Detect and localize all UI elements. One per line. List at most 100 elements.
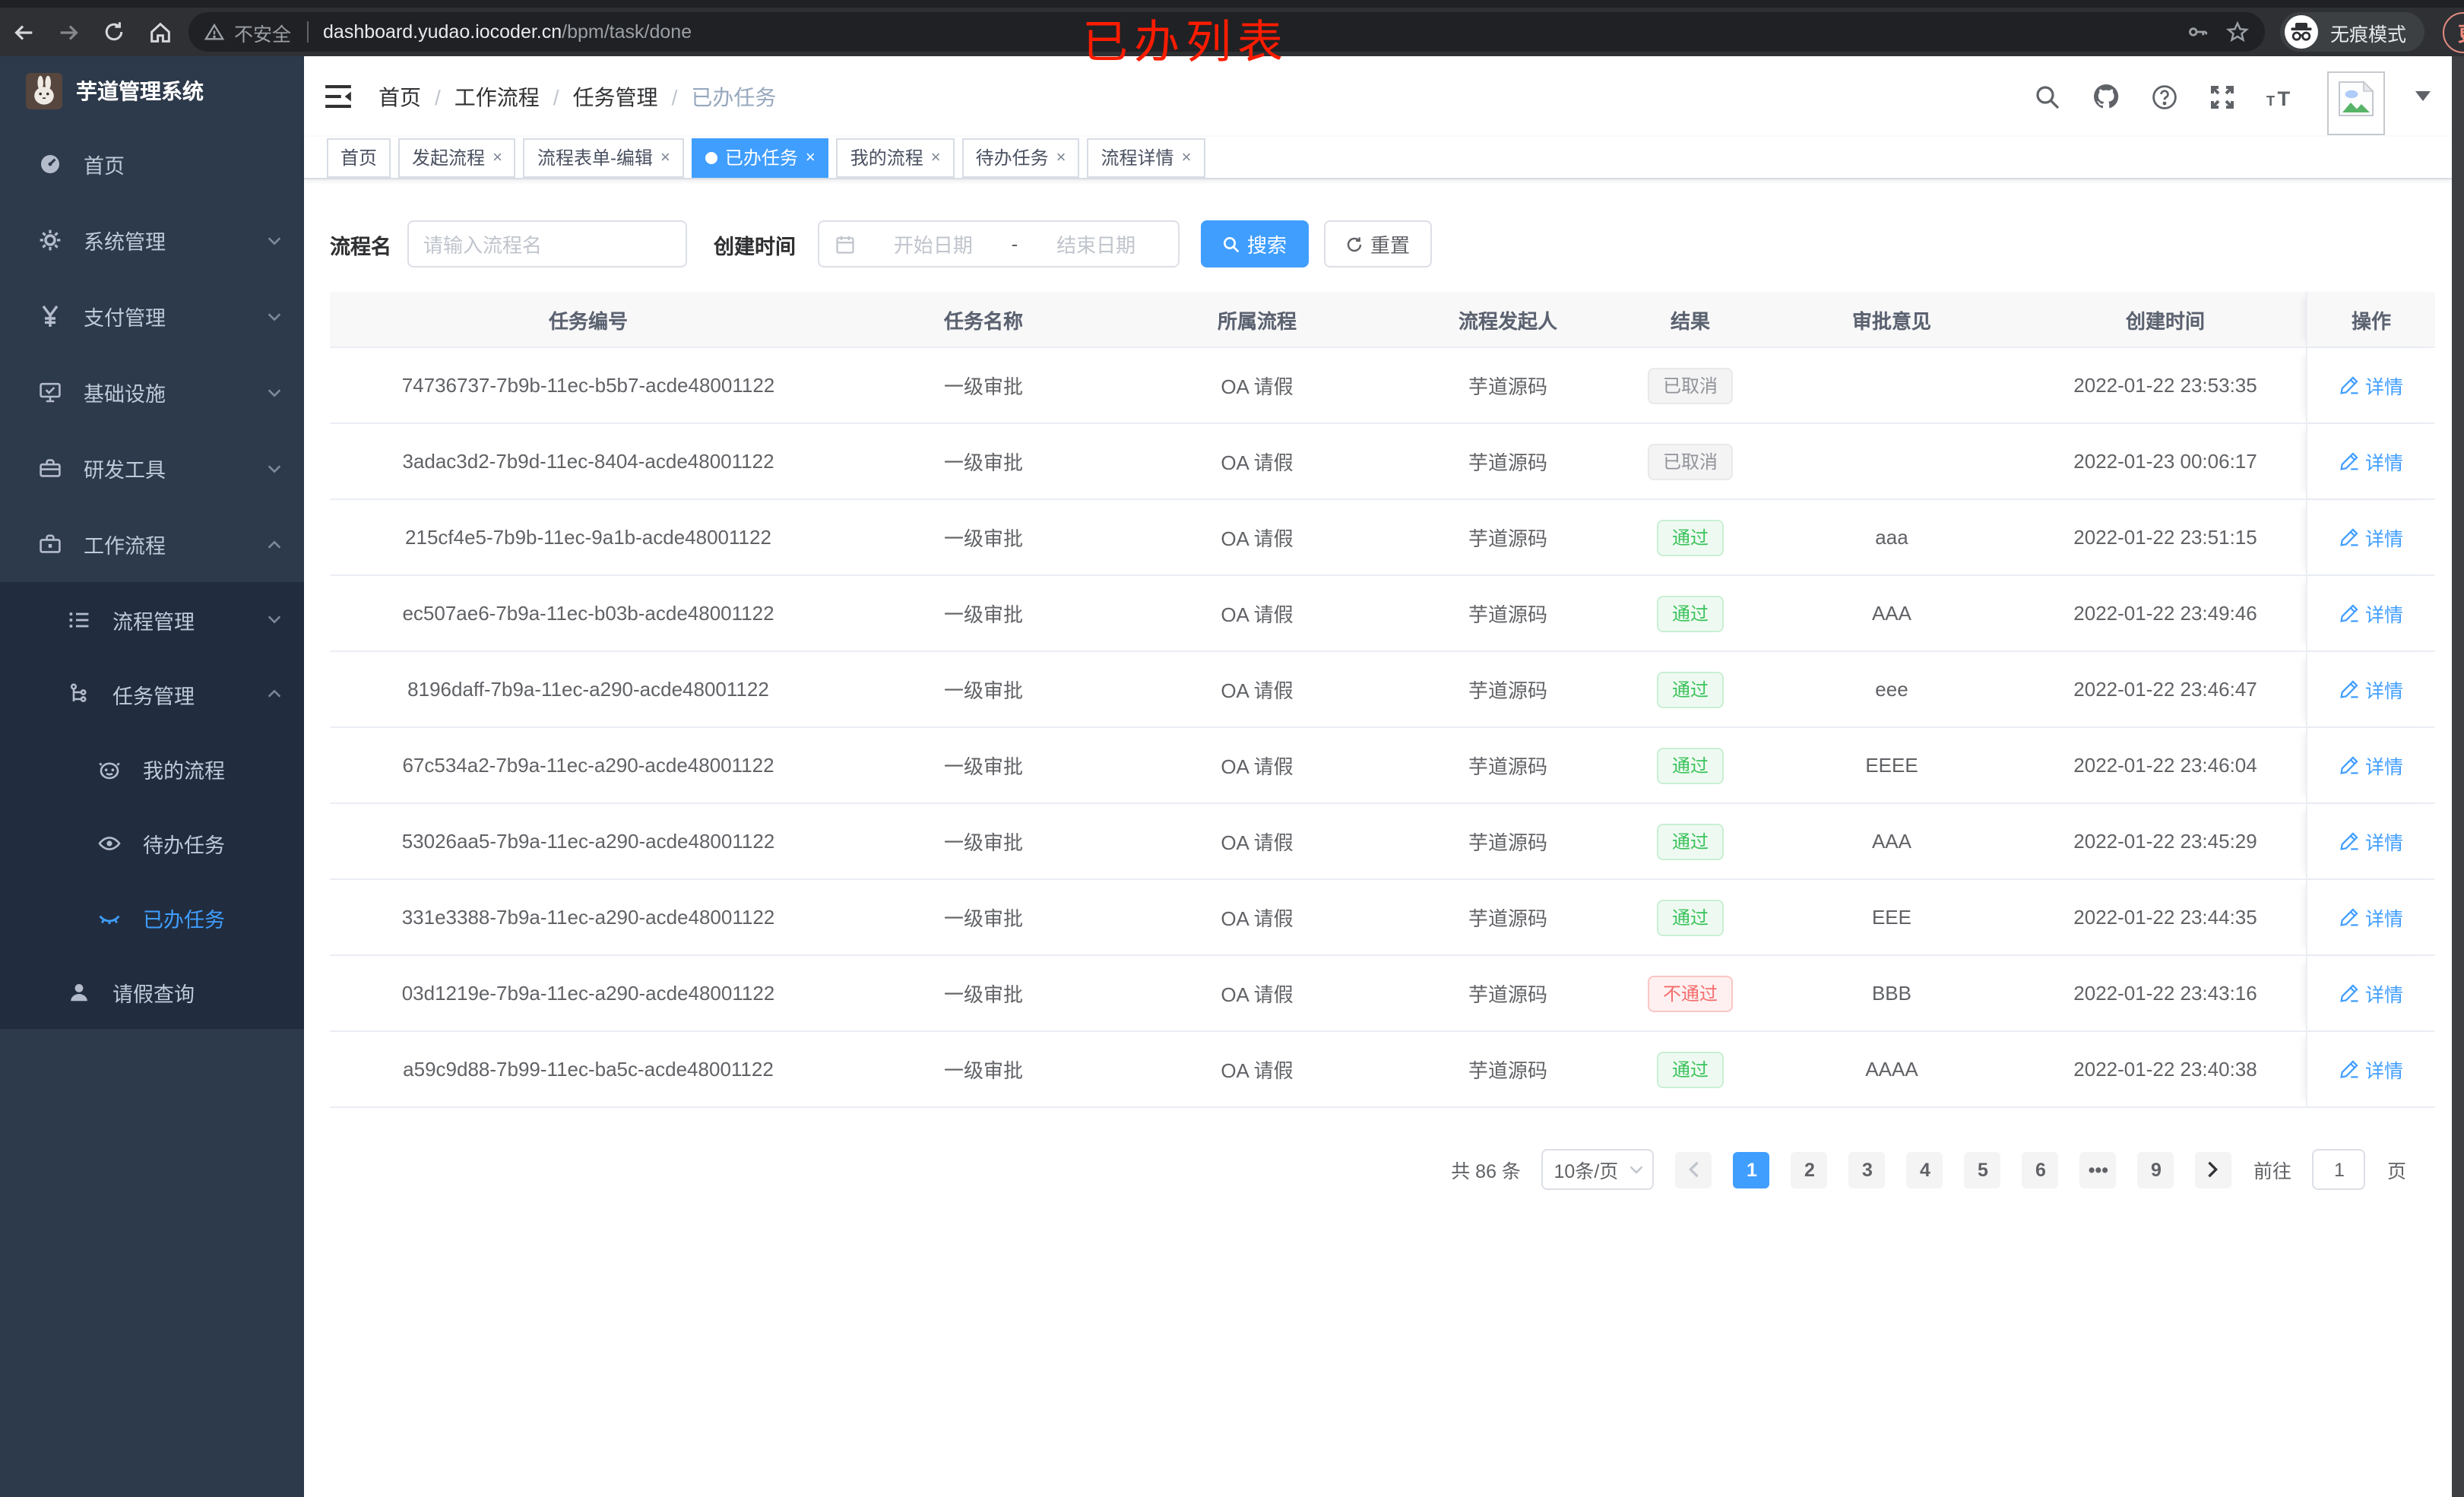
monitor-icon bbox=[38, 380, 62, 404]
close-icon[interactable]: × bbox=[1056, 148, 1066, 166]
tab-home[interactable]: 首页 bbox=[327, 138, 391, 177]
detail-link[interactable]: 详情 bbox=[2339, 371, 2403, 400]
browser-update-button[interactable]: 更新 bbox=[2443, 11, 2464, 52]
detail-link[interactable]: 详情 bbox=[2339, 599, 2403, 628]
process-name-input[interactable]: 请输入流程名 bbox=[407, 220, 686, 267]
sidebar-item-payment[interactable]: 支付管理 bbox=[0, 278, 304, 354]
task-id-cell: 03d1219e-7b9a-11ec-a290-acde48001122 bbox=[401, 982, 775, 1005]
col-header: 创建时间 bbox=[2125, 309, 2205, 332]
sidebar-item-workflow[interactable]: 工作流程 bbox=[0, 506, 304, 582]
chevron-down-icon bbox=[266, 611, 283, 628]
close-icon[interactable]: × bbox=[931, 148, 941, 166]
detail-link[interactable]: 详情 bbox=[2339, 903, 2403, 932]
detail-link-label: 详情 bbox=[2364, 1061, 2403, 1082]
tab-my-process[interactable]: 我的流程 × bbox=[836, 138, 955, 177]
page-button-5[interactable]: 5 bbox=[1964, 1151, 2001, 1188]
prev-page-button[interactable] bbox=[1675, 1151, 1712, 1188]
actions-cell: 详情 bbox=[2306, 1032, 2435, 1106]
browser-home-button[interactable] bbox=[137, 11, 182, 53]
sidebar: 芋道管理系统 首页 系统管理 支付管理 基础设施 研发工具 工作流程 流程管理 … bbox=[0, 56, 304, 1497]
sidebar-item-process-mgmt[interactable]: 流程管理 bbox=[0, 582, 304, 657]
bookmark-star-icon[interactable] bbox=[2225, 20, 2250, 44]
page-button-4[interactable]: 4 bbox=[1906, 1151, 1943, 1188]
sidebar-item-label: 待办任务 bbox=[143, 834, 225, 856]
breadcrumb-workflow[interactable]: 工作流程 bbox=[454, 81, 540, 112]
sidebar-item-done-tasks[interactable]: 已办任务 bbox=[0, 880, 304, 954]
calendar-icon bbox=[835, 235, 854, 253]
starter-cell: 芋道源码 bbox=[1468, 375, 1547, 398]
page-button-1[interactable]: 1 bbox=[1733, 1151, 1770, 1188]
page-button-6[interactable]: 6 bbox=[2022, 1151, 2059, 1188]
browser-forward-button[interactable] bbox=[46, 11, 91, 53]
close-icon[interactable]: × bbox=[1182, 148, 1192, 166]
detail-link[interactable]: 详情 bbox=[2339, 751, 2403, 780]
detail-link[interactable]: 详情 bbox=[2339, 675, 2403, 704]
sidebar-collapse-button[interactable] bbox=[325, 85, 351, 108]
sidebar-item-my-process[interactable]: 我的流程 bbox=[0, 731, 304, 805]
page-button-3[interactable]: 3 bbox=[1848, 1151, 1886, 1188]
app-title: 芋道管理系统 bbox=[76, 79, 204, 103]
font-size-icon[interactable]: TT bbox=[2266, 84, 2297, 109]
sidebar-item-task-mgmt[interactable]: 任务管理 bbox=[0, 657, 304, 731]
detail-link[interactable]: 详情 bbox=[2339, 447, 2403, 476]
chevron-down-icon bbox=[266, 460, 283, 476]
breadcrumb-task-mgmt[interactable]: 任务管理 bbox=[573, 81, 658, 112]
window-edge-scrollbar[interactable] bbox=[2452, 56, 2464, 1497]
page-button-9[interactable]: 9 bbox=[2137, 1151, 2174, 1188]
page-button-2[interactable]: 2 bbox=[1791, 1151, 1828, 1188]
sidebar-item-infra[interactable]: 基础设施 bbox=[0, 354, 304, 430]
sidebar-item-system[interactable]: 系统管理 bbox=[0, 202, 304, 278]
tab-label: 首页 bbox=[340, 147, 378, 169]
comment-cell: AAA bbox=[1871, 830, 1911, 853]
github-icon[interactable] bbox=[2092, 82, 2120, 111]
main-area: 首页 / 工作流程 / 任务管理 / 已办任务 TT 首页 发起流程 × 流程表… bbox=[304, 56, 2452, 1497]
close-icon[interactable]: × bbox=[492, 148, 502, 166]
help-icon[interactable] bbox=[2151, 83, 2178, 110]
result-cell: 已取消 bbox=[1622, 443, 1759, 479]
status-badge: 通过 bbox=[1656, 823, 1724, 859]
detail-link[interactable]: 详情 bbox=[2339, 1055, 2403, 1084]
breadcrumb-separator: / bbox=[553, 84, 559, 109]
sidebar-item-label: 任务管理 bbox=[112, 685, 195, 707]
col-header: 审批意见 bbox=[1851, 309, 1931, 332]
actions-cell: 详情 bbox=[2306, 348, 2435, 423]
browser-reload-button[interactable] bbox=[91, 11, 137, 53]
sidebar-item-home[interactable]: 首页 bbox=[0, 126, 304, 202]
page-size-select[interactable]: 10条/页 bbox=[1541, 1149, 1655, 1190]
browser-back-button[interactable] bbox=[0, 11, 46, 53]
sidebar-item-todo-tasks[interactable]: 待办任务 bbox=[0, 805, 304, 880]
goto-page-input[interactable]: 1 bbox=[2312, 1149, 2366, 1190]
detail-link-label: 详情 bbox=[2364, 757, 2403, 778]
tab-form-edit[interactable]: 流程表单-编辑 × bbox=[523, 138, 684, 177]
dashboard-icon bbox=[38, 152, 62, 176]
close-icon[interactable]: × bbox=[660, 148, 670, 166]
tab-process-detail[interactable]: 流程详情 × bbox=[1087, 138, 1205, 177]
date-range-input[interactable]: 开始日期 - 结束日期 bbox=[817, 220, 1179, 267]
task-name-cell: 一级审批 bbox=[943, 907, 1023, 930]
tab-start-process[interactable]: 发起流程 × bbox=[398, 138, 516, 177]
detail-link-label: 详情 bbox=[2364, 377, 2403, 398]
tab-done-tasks[interactable]: 已办任务 × bbox=[691, 138, 829, 177]
status-badge: 通过 bbox=[1656, 595, 1724, 631]
close-icon[interactable]: × bbox=[806, 148, 816, 166]
password-key-icon[interactable] bbox=[2186, 20, 2210, 44]
page-ellipsis[interactable]: ••• bbox=[2079, 1151, 2117, 1188]
detail-link[interactable]: 详情 bbox=[2339, 523, 2403, 552]
caret-down-icon[interactable] bbox=[2415, 91, 2431, 102]
search-icon[interactable] bbox=[2034, 83, 2061, 110]
reset-button[interactable]: 重置 bbox=[1323, 220, 1432, 267]
next-page-button[interactable] bbox=[2195, 1151, 2232, 1188]
detail-link-label: 详情 bbox=[2364, 833, 2403, 854]
tab-todo-tasks[interactable]: 待办任务 × bbox=[961, 138, 1080, 177]
fullscreen-icon[interactable] bbox=[2209, 83, 2236, 110]
search-button[interactable]: 搜索 bbox=[1200, 220, 1309, 267]
breadcrumb-home[interactable]: 首页 bbox=[378, 81, 421, 112]
sidebar-item-devtools[interactable]: 研发工具 bbox=[0, 430, 304, 506]
detail-link[interactable]: 详情 bbox=[2339, 979, 2403, 1008]
gear-icon bbox=[38, 228, 62, 252]
avatar[interactable] bbox=[2327, 71, 2385, 135]
tab-label: 流程详情 bbox=[1101, 147, 1174, 169]
app-logo-row[interactable]: 芋道管理系统 bbox=[0, 56, 304, 126]
detail-link[interactable]: 详情 bbox=[2339, 827, 2403, 856]
sidebar-item-leave-query[interactable]: 请假查询 bbox=[0, 954, 304, 1029]
